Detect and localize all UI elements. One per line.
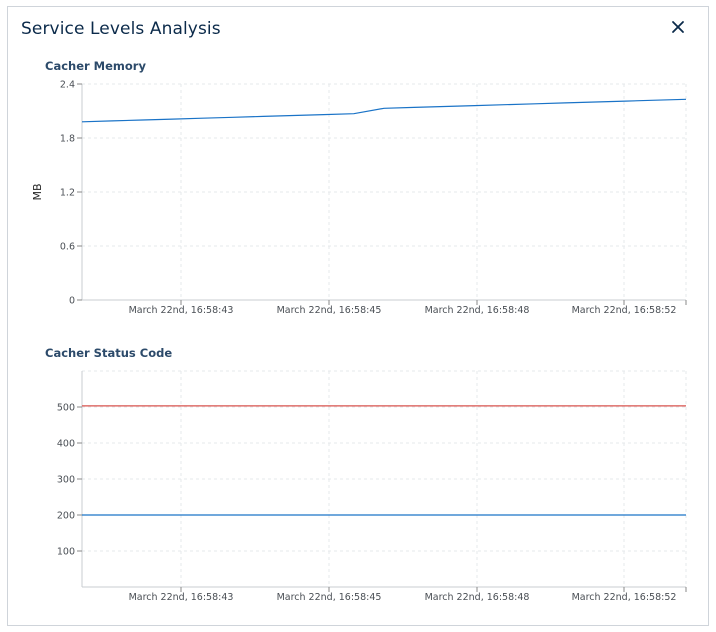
y-tick-label: 200 [57,511,75,522]
y-tick-label: 500 [57,403,75,414]
x-tick-label: March 22nd, 16:58:52 [572,592,677,603]
y-tick-label: 300 [57,475,75,486]
cacher-status-code-chart: 100 200 300 400 500 March 22nd, 16:58:43 March… [57,370,687,603]
y-tick-label: 400 [57,439,75,450]
y-tick-label: 100 [57,547,75,558]
x-tick-label: March 22nd, 16:58:48 [425,592,530,603]
x-tick-label: March 22nd, 16:58:43 [129,592,234,603]
x-tick-label: March 22nd, 16:58:45 [277,592,382,603]
